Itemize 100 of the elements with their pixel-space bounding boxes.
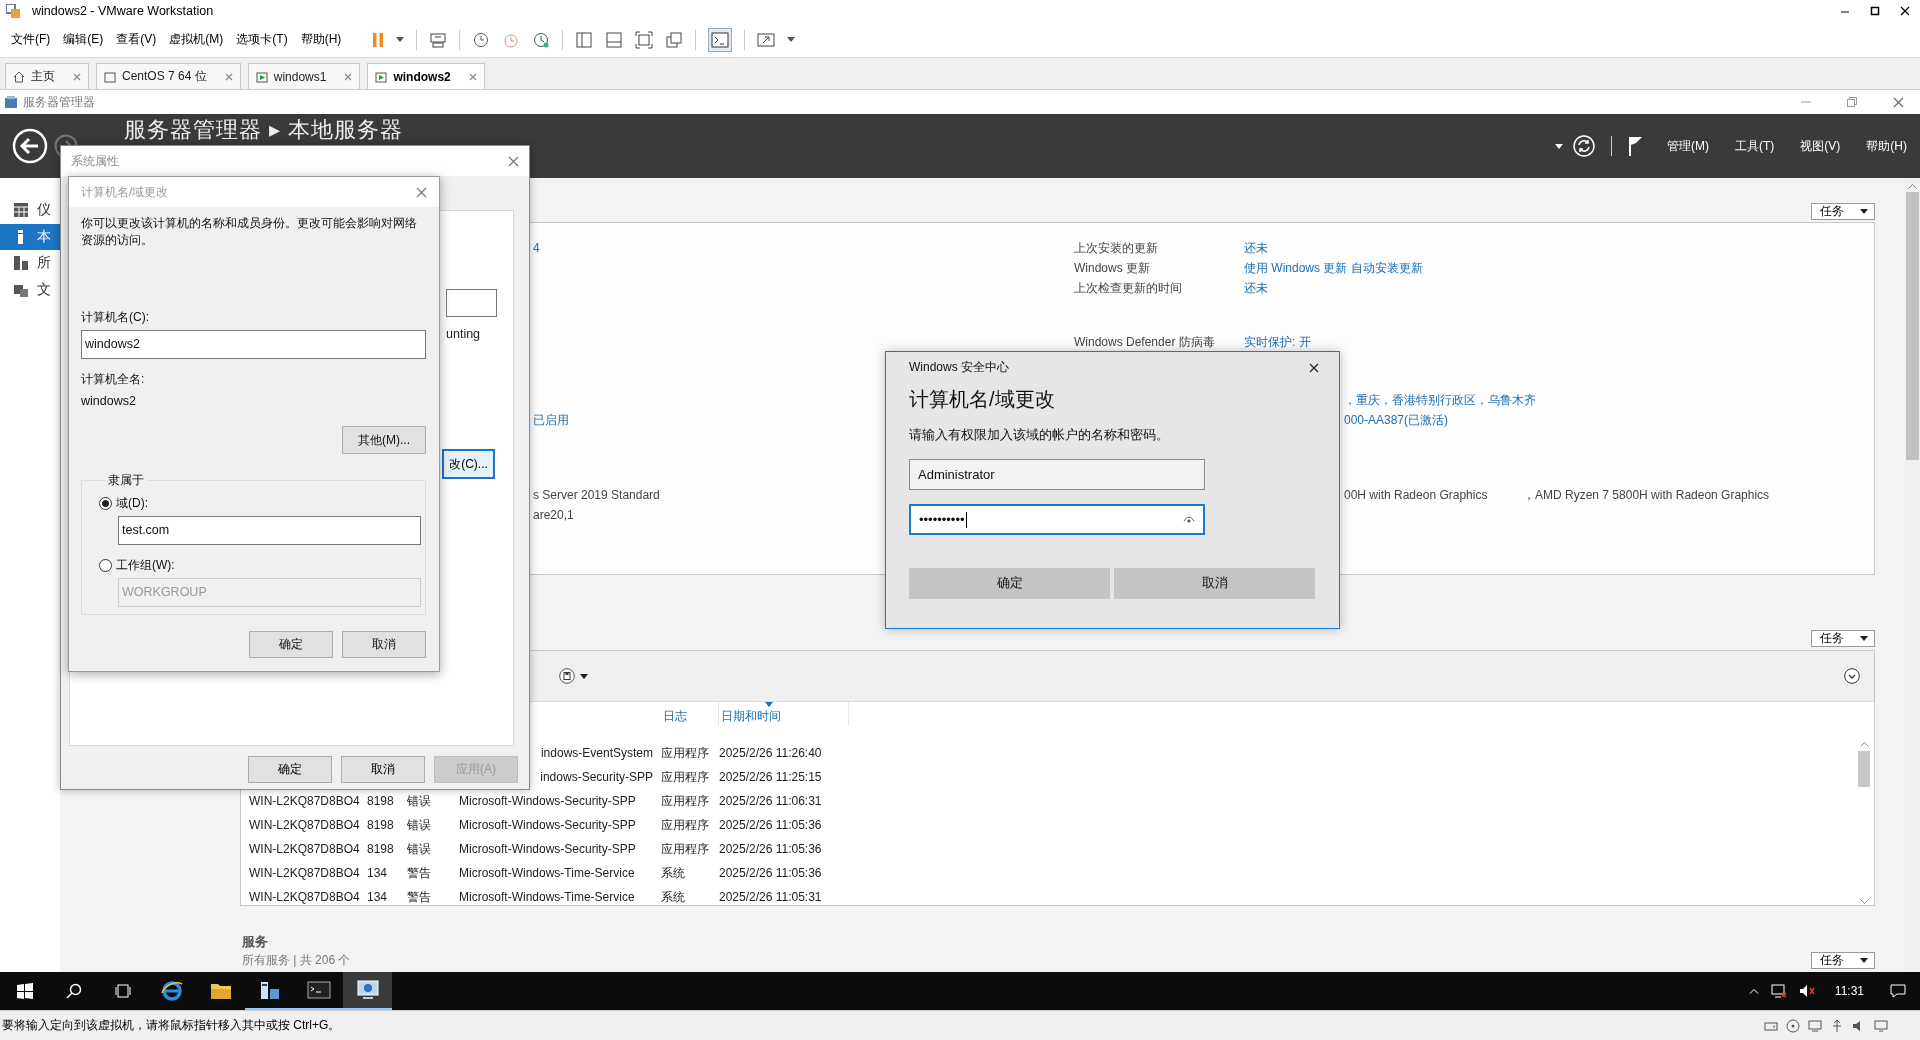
fit-screen-icon[interactable]	[635, 30, 654, 49]
property-value[interactable]: 4	[533, 241, 540, 255]
input-field[interactable]: windows2	[81, 330, 426, 359]
table-cell-text: 警告	[407, 888, 432, 905]
server-manager-icon[interactable]	[258, 979, 281, 1001]
running-vm-icon	[255, 70, 268, 83]
tab[interactable]: 主页	[5, 63, 89, 89]
label-text: unting	[446, 327, 481, 341]
remote-desktop-icon[interactable]	[355, 979, 380, 1001]
change-button[interactable]: 改(C)...	[442, 449, 495, 479]
tab[interactable]: windows2	[367, 63, 485, 89]
caret-icon[interactable]	[396, 37, 405, 42]
back-icon[interactable]	[12, 128, 48, 164]
column-header[interactable]: 日期和时间	[719, 702, 849, 726]
menu-item[interactable]: 查看(V)	[110, 28, 163, 51]
window-icon	[104, 70, 116, 83]
property-value[interactable]: 实时保护: 开	[1244, 333, 1311, 351]
scrollbar-thumb[interactable]	[1906, 192, 1919, 460]
menu-item[interactable]: 编辑(E)	[57, 28, 110, 51]
username-field[interactable]: Administrator	[909, 459, 1205, 490]
input-field[interactable]	[446, 289, 497, 317]
sidebar-item[interactable]: 本	[0, 223, 60, 250]
caret-up-icon[interactable]	[1748, 988, 1759, 994]
radio-button[interactable]: 域(D):	[99, 495, 148, 512]
collapse-icon[interactable]	[1844, 668, 1860, 684]
tab[interactable]: windows1	[247, 63, 361, 89]
clock-time[interactable]: 11:31	[1834, 984, 1864, 998]
menu-item[interactable]: 虚拟机(M)	[163, 28, 230, 51]
flag-icon[interactable]	[1628, 136, 1644, 156]
search-icon[interactable]	[65, 983, 82, 999]
dialog-button[interactable]: 取消	[341, 756, 425, 783]
column-header[interactable]: 日志	[661, 702, 719, 726]
dialog-button[interactable]: 取消	[1114, 568, 1315, 599]
menu-item[interactable]: 帮助(H)	[294, 28, 348, 51]
sidebar-item[interactable]: 文	[0, 276, 60, 303]
tasks-button[interactable]: 任务	[1811, 203, 1875, 220]
scroll-up-icon[interactable]	[1859, 741, 1869, 747]
property-value[interactable]: 还未	[1244, 239, 1268, 257]
caret-icon	[1860, 636, 1868, 641]
caret-icon[interactable]	[787, 37, 796, 42]
maximize-icon[interactable]	[1870, 6, 1880, 16]
windows-icon[interactable]	[665, 30, 684, 49]
property-value[interactable]: 000-AA387(已激活)	[1344, 411, 1449, 429]
password-field[interactable]: ••••••••••	[909, 504, 1205, 535]
console-icon[interactable]	[306, 981, 331, 999]
close-icon[interactable]	[1900, 6, 1910, 16]
task-view-icon[interactable]	[114, 984, 131, 998]
property-value[interactable]: ，重庆，香港特别行政区，乌鲁木齐	[1344, 391, 1536, 409]
table-cell-text: 错误	[407, 840, 432, 858]
save-icon[interactable]	[559, 668, 575, 684]
table-cell-text: WIN-L2KQ87D8BO4	[249, 890, 361, 904]
scroll-up-icon[interactable]	[1908, 183, 1917, 189]
property-value[interactable]: 使用 Windows 更新 自动安装更新	[1244, 259, 1423, 277]
browser-icon[interactable]	[160, 980, 183, 1002]
volume-icon[interactable]	[1798, 984, 1815, 998]
scrollbar-thumb[interactable]	[1858, 751, 1870, 787]
property-text: s Server 2019 Standard	[533, 488, 660, 502]
property-value[interactable]: 已启用	[533, 411, 569, 429]
network-icon[interactable]	[1770, 984, 1787, 998]
eye-icon[interactable]	[1183, 515, 1195, 524]
menu-item[interactable]: 视图(V)	[1797, 135, 1844, 157]
more-button[interactable]: 其他(M)...	[342, 426, 426, 454]
menu-item[interactable]: 帮助(H)	[1863, 135, 1910, 157]
caret-icon[interactable]	[1555, 143, 1563, 149]
table-cell-text: 2025/2/26 11:25:15	[719, 770, 823, 784]
tab[interactable]: CentOS 7 64 位	[96, 63, 241, 89]
sidebar-item[interactable]: 仪	[0, 197, 60, 224]
sidebar-layout-icon[interactable]	[575, 30, 594, 49]
usb-icon[interactable]	[1830, 1018, 1844, 1033]
radio-button[interactable]: 工作组(W):	[99, 557, 175, 574]
close-icon[interactable]	[1309, 362, 1319, 373]
dialog-button[interactable]: 取消	[342, 631, 426, 658]
menu-item[interactable]: 选项卡(T)	[230, 28, 294, 51]
fullscreen-icon[interactable]	[757, 30, 776, 49]
console-icon[interactable]	[711, 30, 730, 49]
folder-icon[interactable]	[209, 982, 232, 1000]
tasks-button[interactable]: 任务	[1811, 952, 1875, 969]
start-icon[interactable]	[16, 983, 33, 999]
window-title: windows2 - VMware Workstation	[32, 4, 214, 18]
table-cell-text: 8198	[367, 842, 395, 856]
menu-item[interactable]: 管理(M)	[1664, 135, 1712, 157]
dialog-button[interactable]: 确定	[249, 631, 333, 658]
refresh-icon[interactable]	[1573, 135, 1595, 157]
disc-icon[interactable]	[1786, 1018, 1800, 1033]
notification-icon[interactable]	[1890, 984, 1906, 998]
menu-item[interactable]: 文件(F)	[5, 28, 57, 51]
panel-layout-icon[interactable]	[605, 30, 624, 49]
caret-icon[interactable]	[580, 673, 588, 679]
sidebar-item[interactable]: 所	[0, 250, 60, 277]
input-field[interactable]: test.com	[118, 516, 421, 545]
menu-item[interactable]: 工具(T)	[1732, 135, 1778, 157]
restore-icon[interactable]	[1847, 97, 1857, 107]
tasks-button[interactable]: 任务	[1811, 630, 1875, 647]
section-title: 服务	[242, 933, 269, 951]
dialog-button[interactable]: 确定	[248, 756, 332, 783]
scroll-down-icon[interactable]	[1859, 899, 1869, 905]
clock-icon[interactable]	[472, 30, 491, 49]
dialog-button[interactable]: 确定	[909, 568, 1110, 599]
clock-icon[interactable]	[532, 30, 551, 49]
property-value[interactable]: 还未	[1244, 279, 1268, 297]
